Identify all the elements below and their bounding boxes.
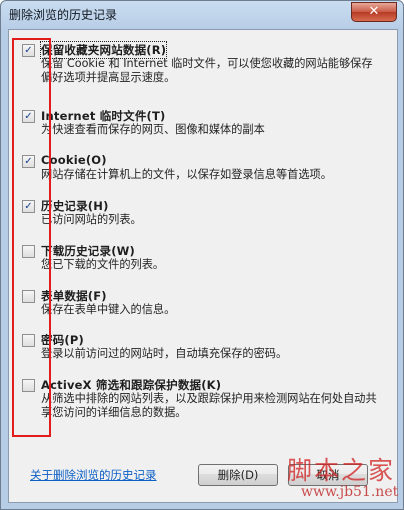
close-button[interactable]: ✕ [351,2,397,22]
option-description: 登录以前访问过的网站时，自动填充保存的密码。 [41,347,288,360]
watermark-logo-text: 脚本之家 [287,456,396,485]
option-description: 为快速查看而保存的网页、图像和媒体的副本 [41,123,265,136]
window-title: 删除浏览的历史记录 [9,8,118,22]
about-deleting-history-link[interactable]: 关于删除浏览的历史记录 [30,467,157,483]
title-bar: 删除浏览的历史记录 ✕ [1,1,403,27]
option-title[interactable]: 保留收藏夹网站数据(R) [39,41,168,59]
option-title[interactable]: 历史记录(H) [41,198,109,214]
option-description: 您已下载的文件的列表。 [41,258,165,271]
option-description: 网站存储在计算机上的文件，以保存如登录信息等首选项。 [41,168,332,181]
delete-button[interactable]: 删除(D) [198,464,278,486]
delete-history-dialog: 删除浏览的历史记录 ✕ ✓ 保留收藏夹网站数据(R) 保留 Cookie 和 I… [0,0,404,510]
option-title[interactable]: Internet 临时文件(T) [41,108,165,124]
option-title[interactable]: 下载历史记录(W) [41,243,135,259]
option-description: 保存在表单中键入的信息。 [41,303,176,316]
highlight-annotation-box [12,38,51,437]
option-description: 保留 Cookie 和 Internet 临时文件，可以使您收藏的网站能够保存偏… [41,57,373,84]
option-title[interactable]: ActiveX 筛选和跟踪保护数据(K) [41,377,221,393]
watermark-url: www.jb51.net [301,484,399,500]
option-description: 已访问网站的列表。 [41,213,142,226]
dialog-client-area: ✓ 保留收藏夹网站数据(R) 保留 Cookie 和 Internet 临时文件… [8,29,398,503]
option-description: 从筛选中排除的网站列表，以及跟踪保护用来检测网站在何处自动共享您访问的详细信息的… [41,392,377,419]
